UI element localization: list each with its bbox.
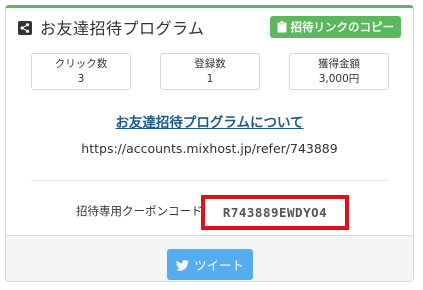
stat-label: 登録数 bbox=[194, 58, 226, 70]
divider bbox=[31, 180, 388, 181]
stat-label: クリック数 bbox=[54, 58, 108, 70]
about-program-link[interactable]: お友達招待プログラムについて bbox=[6, 111, 413, 131]
stat-value: 3 bbox=[77, 73, 85, 85]
stat-earnings: 獲得金額 3,000円 bbox=[289, 53, 389, 90]
copy-invite-link-button[interactable]: 招待リンクのコピー bbox=[269, 16, 401, 38]
referral-panel: お友達招待プログラム 招待リンクのコピー クリック数 3 登録数 1 獲得金額 … bbox=[5, 5, 414, 282]
stat-value: 1 bbox=[206, 73, 214, 85]
page-title: お友達招待プログラム bbox=[40, 18, 205, 38]
stat-label: 獲得金額 bbox=[318, 58, 360, 70]
stat-value: 3,000円 bbox=[318, 73, 360, 85]
clipboard-icon bbox=[277, 20, 287, 33]
stat-clicks: クリック数 3 bbox=[31, 53, 131, 90]
stat-registrations: 登録数 1 bbox=[160, 53, 260, 90]
tweet-button[interactable]: ツイート bbox=[167, 249, 253, 280]
tweet-label: ツイート bbox=[193, 258, 244, 273]
referral-url: https://accounts.mixhost.jp/refer/743889 bbox=[81, 141, 338, 156]
coupon-label: 招待専用クーポンコード bbox=[76, 204, 203, 218]
panel-footer: ツイート bbox=[6, 235, 413, 281]
copy-invite-link-label: 招待リンクのコピー bbox=[290, 20, 395, 34]
twitter-bird-icon bbox=[175, 259, 189, 271]
panel-header: お友達招待プログラム 招待リンクのコピー bbox=[6, 8, 413, 45]
coupon-code: R743889EWDYO4 bbox=[201, 195, 349, 230]
share-icon bbox=[18, 20, 32, 35]
